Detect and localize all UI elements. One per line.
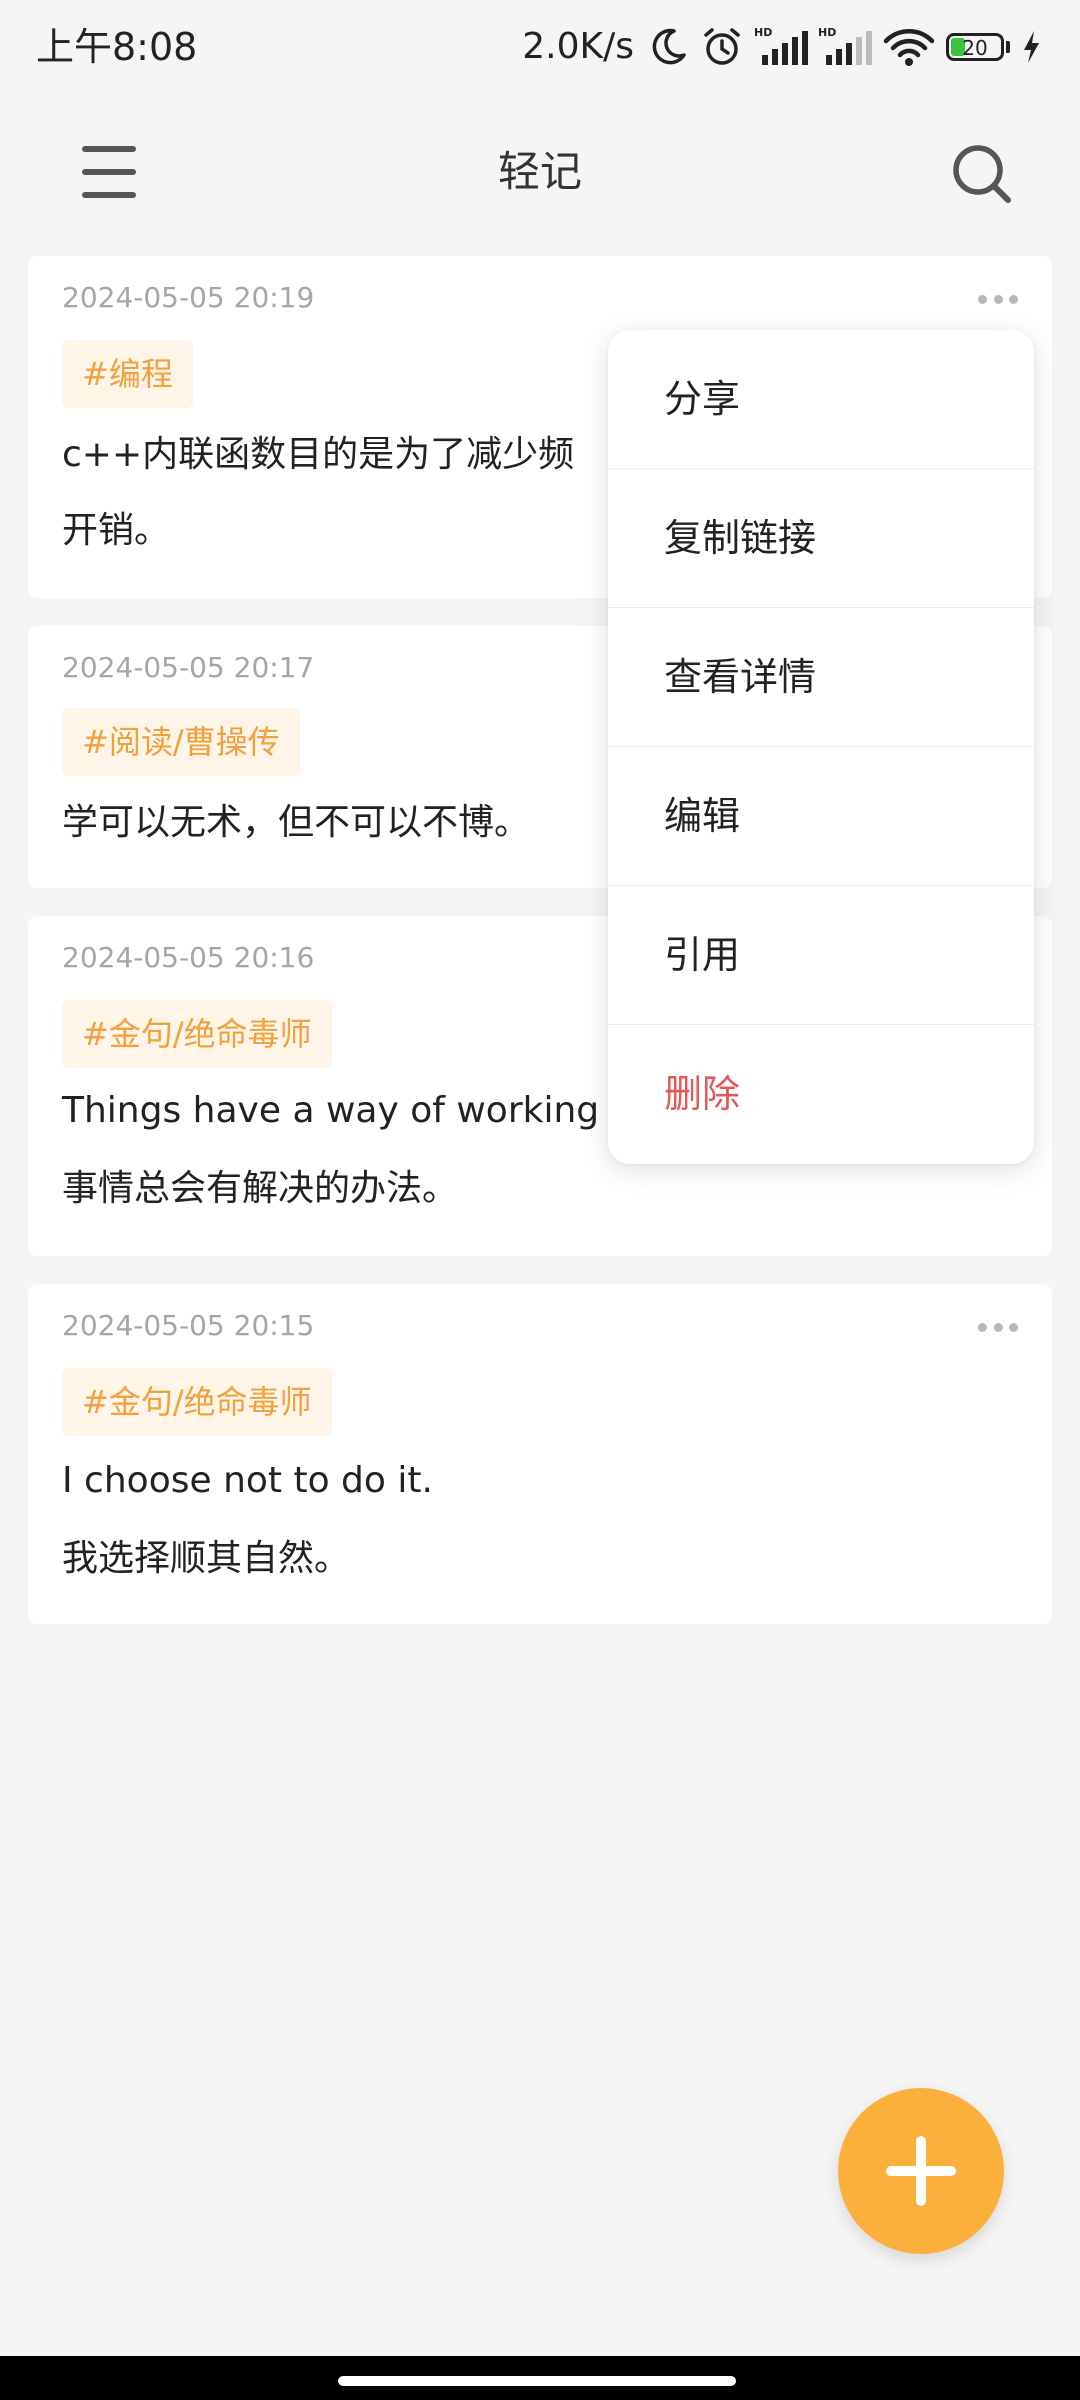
status-icons: 2.0K/s HD HD 20 — [522, 22, 1042, 72]
app-screen: 上午8:08 2.0K/s HD HD 20 轻记 2024-05-05 20:… — [0, 0, 1080, 2400]
home-indicator[interactable] — [338, 2376, 736, 2386]
note-tag[interactable]: #金句/绝命毒师 — [62, 1000, 332, 1068]
note-tag[interactable]: #阅读/曹操传 — [62, 708, 300, 776]
note-text-line: 事情总会有解决的办法。 — [62, 1168, 459, 1209]
wifi-icon — [883, 29, 935, 66]
menu-item-label: 引用 — [664, 933, 741, 977]
app-header: 轻记 — [0, 110, 1080, 234]
battery-level: 20 — [962, 36, 988, 60]
status-bar: 上午8:08 2.0K/s HD HD 20 — [0, 0, 1080, 96]
search-icon[interactable] — [950, 142, 1014, 206]
note-date: 2024-05-05 20:16 — [62, 941, 315, 974]
status-time: 上午8:08 — [36, 25, 198, 69]
note-text-line: c++内联函数目的是为了减少频 — [62, 434, 575, 475]
menu-item-delete[interactable]: 删除 — [608, 1025, 1034, 1164]
note-context-menu: 分享 复制链接 查看详情 编辑 引用 删除 — [608, 330, 1034, 1164]
menu-item-label: 分享 — [664, 377, 741, 421]
menu-item-quote[interactable]: 引用 — [608, 886, 1034, 1025]
menu-item-label: 删除 — [664, 1072, 741, 1116]
svg-text:HD: HD — [754, 26, 772, 39]
menu-item-label: 编辑 — [664, 794, 741, 838]
menu-item-view-details[interactable]: 查看详情 — [608, 608, 1034, 747]
menu-item-share[interactable]: 分享 — [608, 330, 1034, 469]
note-text-line: 开销。 — [62, 510, 171, 551]
menu-item-label: 复制链接 — [664, 516, 817, 560]
network-speed: 2.0K/s — [522, 26, 634, 67]
menu-item-edit[interactable]: 编辑 — [608, 747, 1034, 886]
note-date: 2024-05-05 20:17 — [62, 651, 315, 684]
more-options-icon[interactable] — [978, 1322, 1018, 1332]
alarm-icon — [704, 28, 740, 65]
svg-text:HD: HD — [818, 26, 836, 39]
note-tag[interactable]: #编程 — [62, 340, 193, 408]
note-text-line: 我选择顺其自然。 — [62, 1538, 351, 1579]
battery-icon: 20 — [946, 33, 1010, 61]
moon-icon — [652, 28, 686, 65]
system-nav-bar — [0, 2356, 1080, 2400]
page-title: 轻记 — [497, 147, 582, 196]
note-date: 2024-05-05 20:19 — [62, 281, 315, 314]
more-options-icon[interactable] — [978, 294, 1018, 304]
menu-item-copy-link[interactable]: 复制链接 — [608, 469, 1034, 608]
hd-signal-icon: HD — [754, 26, 808, 65]
hd-signal-icon: HD — [818, 26, 872, 65]
add-note-button[interactable] — [838, 2088, 1004, 2254]
note-text-line: 学可以无术，但不可以不博。 — [62, 802, 531, 843]
note-tag[interactable]: #金句/绝命毒师 — [62, 1368, 332, 1436]
charging-icon — [1024, 31, 1039, 63]
note-text-line: Things have a way of working — [62, 1090, 600, 1131]
note-card[interactable]: 2024-05-05 20:15 #金句/绝命毒师 I choose not t… — [28, 1284, 1052, 1624]
note-date: 2024-05-05 20:15 — [62, 1309, 315, 1342]
note-text-line: I choose not to do it. — [62, 1460, 433, 1501]
menu-item-label: 查看详情 — [664, 655, 817, 699]
